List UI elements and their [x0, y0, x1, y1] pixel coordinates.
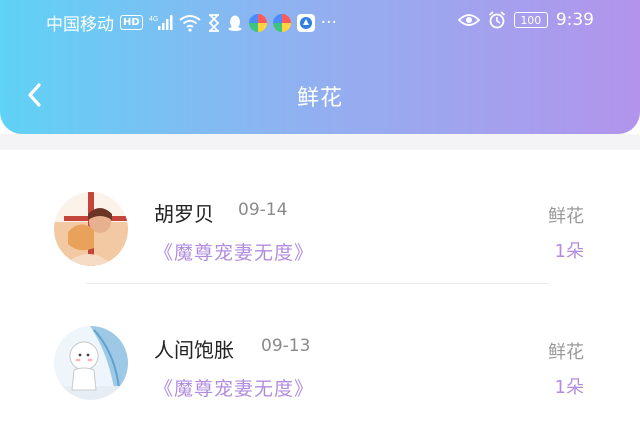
avatar — [54, 192, 128, 266]
book-title-link[interactable]: 《魔尊宠妻无度》 — [154, 374, 314, 401]
flower-record-item[interactable]: 胡罗贝 09-14 《魔尊宠妻无度》 鲜花 1朵 — [0, 150, 640, 286]
avatar — [54, 326, 128, 400]
book-title-link[interactable]: 《魔尊宠妻无度》 — [154, 238, 314, 265]
hourglass-icon — [207, 13, 221, 32]
more-notifications-icon: ··· — [320, 12, 337, 33]
record-date: 09-13 — [261, 336, 311, 356]
hd-icon: HD — [120, 15, 143, 30]
flower-record-item[interactable]: 人间饱胀 09-13 《魔尊宠妻无度》 鲜花 1朵 — [0, 286, 640, 422]
network-type-label: 4G — [149, 16, 158, 23]
status-bar-left: 中国移动 HD 4G ··· — [46, 10, 337, 36]
navigation-bar: 鲜花 — [0, 66, 640, 126]
record-date: 09-14 — [238, 200, 288, 220]
browser-app-icon — [296, 13, 315, 32]
carrier-name: 中国移动 — [46, 15, 114, 35]
qq-icon — [227, 14, 243, 32]
user-name: 人间饱胀 — [154, 338, 234, 362]
page-title: 鲜花 — [296, 86, 343, 111]
row-divider — [86, 283, 550, 284]
battery-icon: 100 — [513, 12, 548, 28]
eye-icon — [457, 12, 480, 28]
gift-quantity: 1朵 — [554, 377, 584, 398]
gift-type: 鲜花 — [548, 342, 584, 363]
app-notification-icon — [272, 13, 291, 32]
status-time: 9:39 — [555, 10, 594, 30]
user-name: 胡罗贝 — [154, 202, 214, 226]
app-notification-icon — [248, 13, 267, 32]
section-separator — [0, 134, 640, 150]
wifi-icon — [179, 14, 201, 32]
header: 中国移动 HD 4G ··· 100 9:39 鲜花 — [0, 0, 640, 134]
gift-quantity: 1朵 — [554, 241, 584, 262]
alarm-clock-icon — [488, 11, 506, 29]
status-bar: 中国移动 HD 4G ··· 100 9:39 — [0, 0, 640, 44]
gift-type: 鲜花 — [548, 206, 584, 227]
status-bar-right: 100 9:39 — [457, 10, 594, 30]
signal-icon: 4G — [149, 14, 173, 32]
